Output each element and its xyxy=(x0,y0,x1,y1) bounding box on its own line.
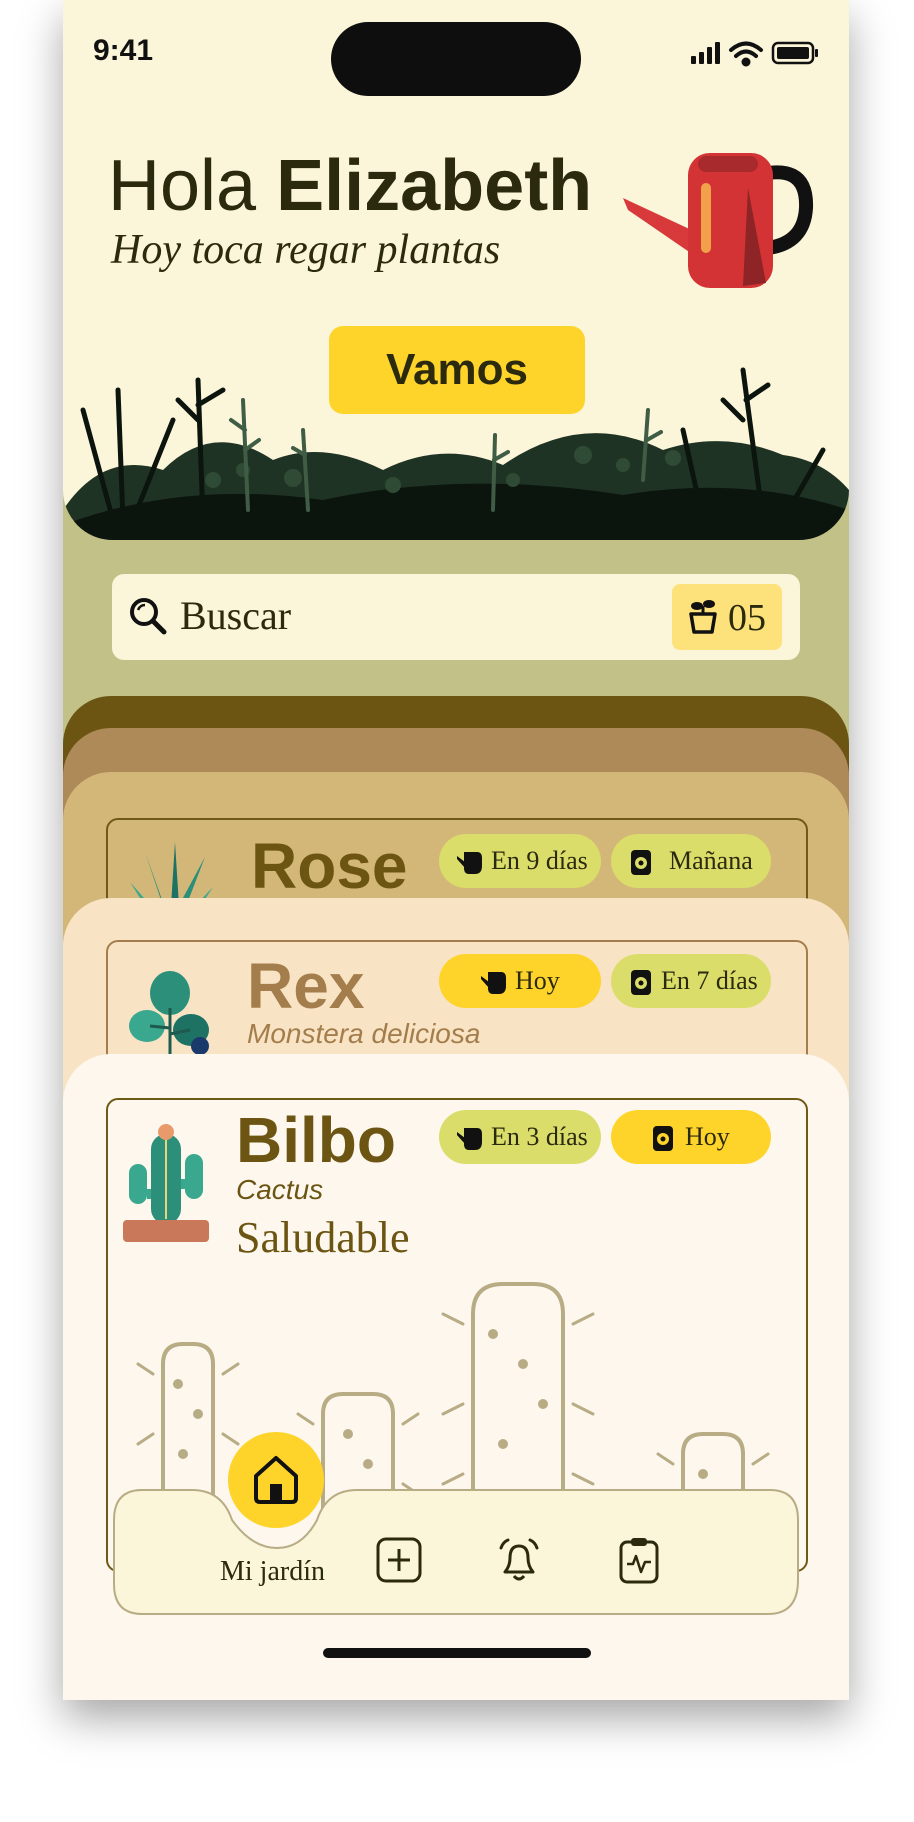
watering-can-icon xyxy=(623,153,814,288)
plant-name: Bilbo xyxy=(236,1104,396,1176)
plant-count-badge[interactable]: 05 xyxy=(672,584,782,650)
plant-status: Saludable xyxy=(236,1213,410,1262)
greeting-subtitle: Hoy toca regar plantas xyxy=(111,227,501,273)
phone-screen: 9:41 Hola Elizabeth Hoy toca regar plant… xyxy=(63,0,849,1700)
fertilizer-label: En 7 días xyxy=(661,966,758,995)
nav-home-button[interactable] xyxy=(228,1432,324,1528)
fertilizer-chip[interactable]: Hoy xyxy=(611,1110,771,1164)
plant-species: Cactus xyxy=(236,1174,324,1205)
signal-icon xyxy=(691,42,720,64)
search-icon xyxy=(130,598,167,635)
clipboard-icon[interactable] xyxy=(615,1536,663,1584)
watering-label: Hoy xyxy=(515,966,560,995)
fertilizer-label: Hoy xyxy=(685,1122,730,1151)
fertilizer-chip[interactable]: En 7 días xyxy=(611,954,771,1008)
watering-chip[interactable]: En 3 días xyxy=(439,1110,601,1164)
status-icons xyxy=(691,41,818,67)
hero-section: 9:41 Hola Elizabeth Hoy toca regar plant… xyxy=(63,0,849,540)
watering-can-icon xyxy=(457,1128,482,1150)
bell-icon[interactable] xyxy=(495,1536,543,1584)
greeting-prefix: Hola xyxy=(108,146,257,226)
bottom-nav-bar xyxy=(113,1489,799,1615)
search-placeholder: Buscar xyxy=(180,593,292,638)
watering-chip[interactable]: Hoy xyxy=(439,954,601,1008)
fertilizer-label: Mañana xyxy=(669,846,753,875)
plant-name: Rex xyxy=(247,950,365,1022)
add-icon[interactable] xyxy=(375,1536,423,1584)
bushes-illustration xyxy=(63,367,849,540)
home-indicator xyxy=(323,1648,591,1658)
battery-icon xyxy=(771,41,818,65)
home-icon xyxy=(254,1456,298,1504)
watering-label: En 3 días xyxy=(491,1122,588,1151)
fertilizer-bag-icon xyxy=(631,850,651,875)
fertilizer-bag-icon xyxy=(631,970,651,995)
fertilizer-bag-icon xyxy=(653,1126,673,1151)
fertilizer-chip[interactable]: Mañana xyxy=(611,834,771,888)
monstera-plant-icon xyxy=(129,971,209,1054)
search-bar[interactable]: Buscar 05 xyxy=(112,574,800,660)
greeting: Hola Elizabeth xyxy=(108,150,592,222)
cactus-plant-icon xyxy=(123,1124,209,1242)
watering-chip[interactable]: En 9 días xyxy=(439,834,601,888)
watering-can-icon xyxy=(481,972,506,994)
user-name: Elizabeth xyxy=(276,146,593,226)
wifi-icon xyxy=(729,41,763,67)
plant-species: Monstera deliciosa xyxy=(247,1018,481,1049)
nav-home-label: Mi jardín xyxy=(220,1556,325,1587)
watering-label: En 9 días xyxy=(491,846,588,875)
dynamic-island xyxy=(331,22,581,96)
status-time: 9:41 xyxy=(93,34,154,67)
plant-count: 05 xyxy=(728,597,766,639)
plant-pot-icon xyxy=(689,600,717,634)
plant-name: Rose xyxy=(251,830,408,902)
watering-can-icon xyxy=(457,852,482,874)
